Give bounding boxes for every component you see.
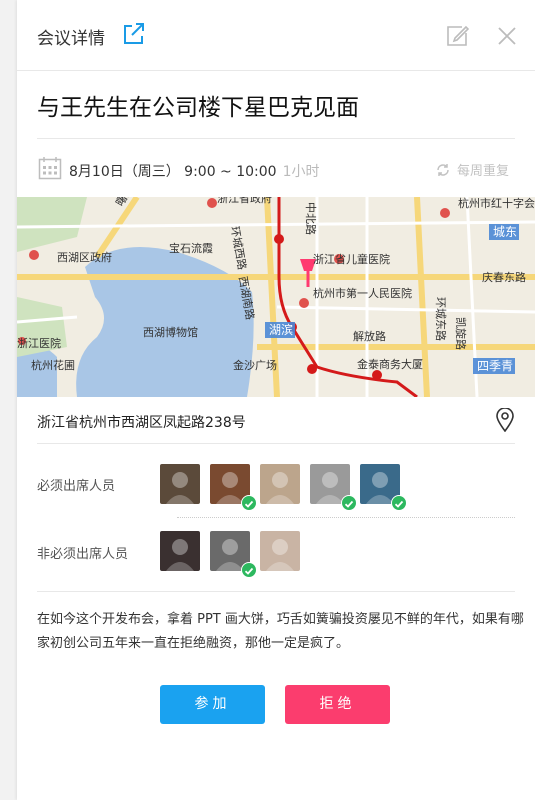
attendee-avatar[interactable] [160,464,200,504]
map-label-badge: 四季青 [477,359,513,373]
event-description: 在如今这个开发布会，拿着 PPT 画大饼，巧舌如簧骗投资屡见不鲜的年代，如果有哪… [37,612,524,651]
map-label: 金泰商务大厦 [357,357,423,371]
map-label: 杭州市第一人民医院 [313,286,412,300]
close-icon[interactable] [498,27,516,45]
map-label: 解放路 [353,329,386,343]
confirmed-check-icon [241,562,257,578]
attendee-avatar[interactable] [260,464,300,504]
divider [37,138,515,139]
map-label: 宝石流霞 [169,241,213,255]
calendar-icon [38,157,62,180]
join-button[interactable]: 参加 [160,685,265,724]
map-label: 浙江省儿童医院 [313,252,390,266]
event-time: 8月10日（周三） 9:00 ~ 10:00 1小时 [69,161,320,181]
confirmed-check-icon [391,495,407,511]
map-label: 环城东路 [434,297,447,341]
reject-button[interactable]: 拒绝 [285,685,390,724]
map-label: 西湖区政府 [57,250,112,264]
event-address: 浙江省杭州市西湖区凤起路238号 [37,415,246,431]
repeat-label: 每周重复 [457,164,510,179]
meeting-detail-panel: 会议详情 与王先生在公司楼下星巴克见面 8月10日（周三） 9:00 ~ 10:… [17,0,535,800]
map-label: 西湖博物馆 [143,325,198,339]
map-label: 中北路 [304,202,317,235]
confirmed-check-icon [341,495,357,511]
map-label: 金沙广场 [233,358,277,372]
map-label: 浙江医院 [17,336,61,350]
optional-attendees-label: 非必须出席人员 [37,547,129,562]
share-icon[interactable] [120,21,146,47]
event-title: 与王先生在公司楼下星巴克见面 [37,95,359,121]
repeat-icon [437,163,449,176]
attendee-avatar[interactable] [160,531,200,571]
location-map[interactable]: 曙光路 西湖区政府 宝石流霞 环城西路 西湖南路 杭州市第一人民医院 浙江省儿童… [17,197,535,397]
required-attendees-label: 必须出席人员 [37,479,116,494]
location-pin-icon[interactable] [495,408,515,432]
map-label-badge: 湖滨 [269,322,293,337]
panel-header: 会议详情 [17,0,535,71]
confirmed-check-icon [241,495,257,511]
edit-icon[interactable] [445,24,469,48]
map-label: 浙江省政府 [217,197,272,205]
event-duration: 1小时 [282,164,320,180]
map-label: 杭州市红十字会医院 [458,197,535,210]
map-label: 凯旋路 [454,317,468,350]
repeat-setting[interactable]: 每周重复 [435,160,509,179]
map-label: 杭州花圃 [31,358,75,372]
map-label: 庆春东路 [482,270,526,284]
event-date: 8月10日（周三） 9:00 ~ 10:00 [69,164,277,180]
divider [37,591,515,592]
divider [177,517,515,518]
map-label-badge: 城东 [493,225,517,239]
divider [37,443,515,444]
attendee-avatar[interactable] [260,531,300,571]
panel-title: 会议详情 [37,29,105,49]
